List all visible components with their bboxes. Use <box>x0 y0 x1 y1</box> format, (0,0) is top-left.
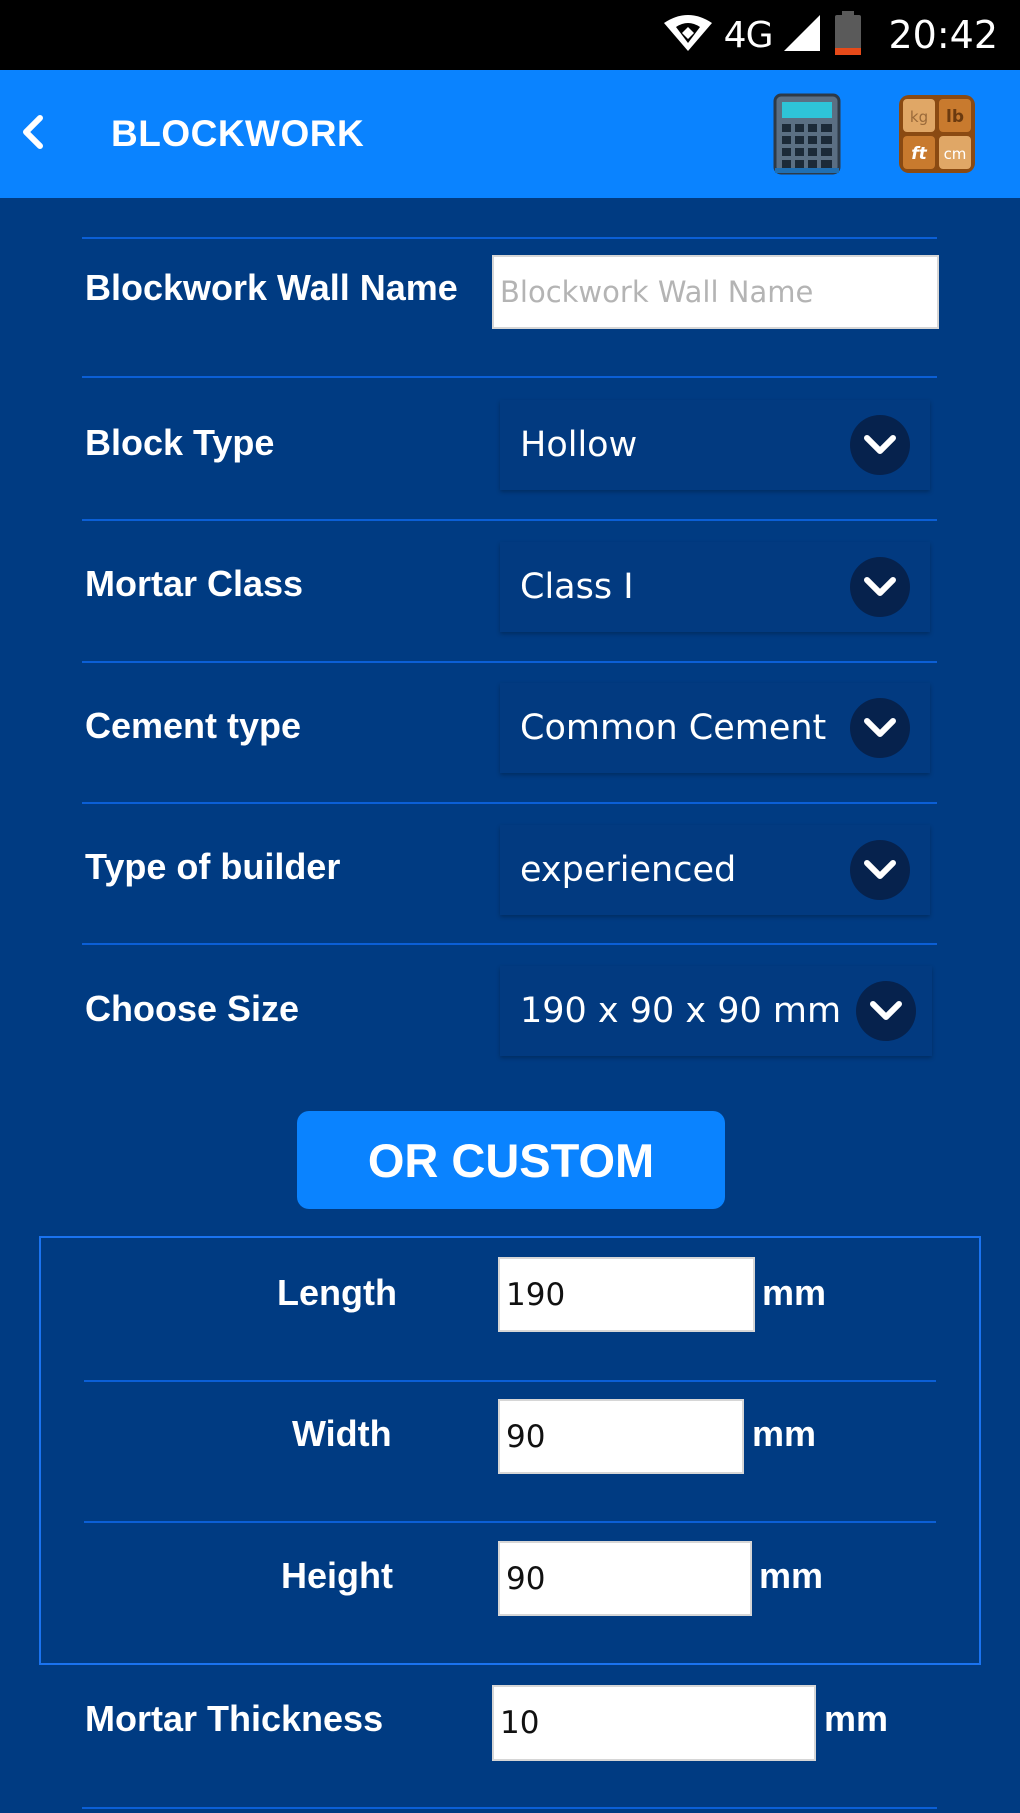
builder-type-value: experienced <box>520 850 737 890</box>
chevron-down-icon <box>856 981 916 1041</box>
builder-type-select[interactable]: experienced <box>500 825 930 915</box>
divider <box>82 519 937 521</box>
wifi-icon <box>662 13 714 58</box>
wall-name-input[interactable] <box>492 255 939 329</box>
clock: 20:42 <box>888 13 998 57</box>
cement-type-value: Common Cement <box>520 708 827 748</box>
length-label: Length <box>277 1272 397 1313</box>
unit-kg: kg <box>910 108 928 126</box>
width-input[interactable] <box>498 1399 744 1474</box>
size-label: Choose Size <box>85 988 300 1029</box>
height-unit: mm <box>759 1555 824 1596</box>
width-unit: mm <box>752 1413 817 1454</box>
mortar-thickness-input[interactable] <box>492 1685 816 1761</box>
width-label: Width <box>292 1413 392 1454</box>
builder-type-label: Type of builder <box>85 846 341 887</box>
divider <box>82 943 937 945</box>
block-type-label: Block Type <box>85 422 275 463</box>
divider <box>82 1807 937 1809</box>
calculator-icon <box>772 93 842 180</box>
size-value: 190 x 90 x 90 mm <box>520 991 842 1031</box>
mortar-class-select[interactable]: Class I <box>500 542 930 632</box>
divider <box>82 661 937 663</box>
size-select[interactable]: 190 x 90 x 90 mm <box>500 966 932 1056</box>
mortar-thickness-unit: mm <box>824 1698 889 1739</box>
status-bar: 4G 20:42 <box>0 0 1020 70</box>
calculator-button[interactable] <box>772 92 842 176</box>
chevron-down-icon <box>850 698 910 758</box>
mortar-class-value: Class I <box>520 567 634 607</box>
divider <box>82 802 937 804</box>
divider <box>82 237 937 239</box>
block-type-value: Hollow <box>520 425 638 465</box>
unit-ft: ft <box>911 144 927 164</box>
page-title: BLOCKWORK <box>111 113 365 154</box>
back-icon <box>18 112 48 157</box>
divider <box>84 1380 936 1382</box>
network-type: 4G <box>723 14 774 56</box>
mortar-thickness-label: Mortar Thickness <box>85 1698 384 1739</box>
signal-icon <box>782 13 822 58</box>
mortar-class-label: Mortar Class <box>85 563 304 604</box>
app-bar: BLOCKWORK kg lb ft cm <box>0 70 1020 198</box>
length-input[interactable] <box>498 1257 755 1332</box>
wall-name-label: Blockwork Wall Name <box>85 267 458 308</box>
chevron-down-icon <box>850 415 910 475</box>
back-button[interactable] <box>6 100 60 168</box>
battery-icon <box>832 10 864 61</box>
unit-lb: lb <box>946 107 964 127</box>
height-input[interactable] <box>498 1541 752 1616</box>
unit-converter-button[interactable]: kg lb ft cm <box>898 94 976 174</box>
status-indicators: 4G 20:42 <box>662 0 998 70</box>
cement-type-select[interactable]: Common Cement <box>500 683 930 773</box>
unit-converter-icon: kg lb ft cm <box>898 95 976 178</box>
divider <box>82 376 937 378</box>
chevron-down-icon <box>850 840 910 900</box>
cement-type-label: Cement type <box>85 705 302 746</box>
height-label: Height <box>281 1555 393 1596</box>
length-unit: mm <box>762 1272 827 1313</box>
or-custom-button[interactable]: OR CUSTOM <box>297 1111 725 1209</box>
block-type-select[interactable]: Hollow <box>500 400 930 490</box>
chevron-down-icon <box>850 557 910 617</box>
divider <box>84 1521 936 1523</box>
unit-cm: cm <box>944 145 967 163</box>
